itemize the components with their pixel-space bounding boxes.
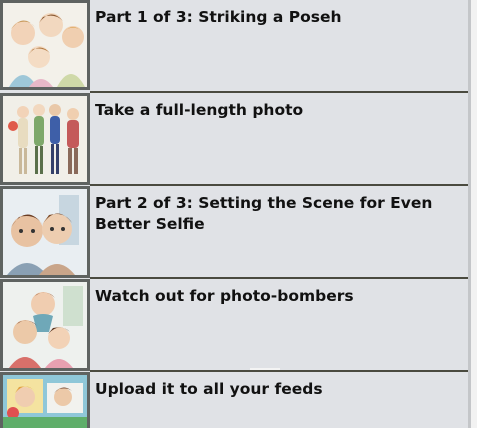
window-edge (471, 0, 477, 428)
list-item[interactable]: Take a full-length photo (0, 93, 470, 185)
couple-close-up-thumbnail[interactable] (0, 186, 90, 278)
group-of-friends-illustration-icon (3, 3, 87, 87)
group-of-friends-thumbnail[interactable] (0, 0, 90, 90)
step-title: Upload it to all your feeds (95, 380, 323, 398)
people-standing-full-length-illustration-icon (3, 96, 87, 182)
article-steps-list: Part 1 of 3: Striking a Poseh Take a ful… (0, 0, 470, 428)
scroll-indicator (250, 368, 280, 370)
step-title: Part 1 of 3: Striking a Poseh (95, 8, 342, 26)
step-title: Part 2 of 3: Setting the Scene for Even … (95, 194, 433, 233)
social-feed-illustration-icon (3, 375, 87, 428)
social-feed-thumbnail[interactable] (0, 372, 90, 428)
people-standing-thumbnail[interactable] (0, 93, 90, 185)
photo-bomber-thumbnail[interactable] (0, 279, 90, 371)
step-title: Watch out for photo-bombers (95, 287, 354, 305)
photo-bomber-illustration-icon (3, 282, 87, 368)
list-item[interactable]: Part 1 of 3: Striking a Poseh (0, 0, 470, 92)
couple-close-up-illustration-icon (3, 189, 87, 275)
list-item[interactable]: Upload it to all your feeds (0, 372, 470, 428)
list-item[interactable]: Part 2 of 3: Setting the Scene for Even … (0, 186, 470, 278)
list-item[interactable]: Watch out for photo-bombers (0, 279, 470, 371)
step-title: Take a full-length photo (95, 101, 304, 119)
